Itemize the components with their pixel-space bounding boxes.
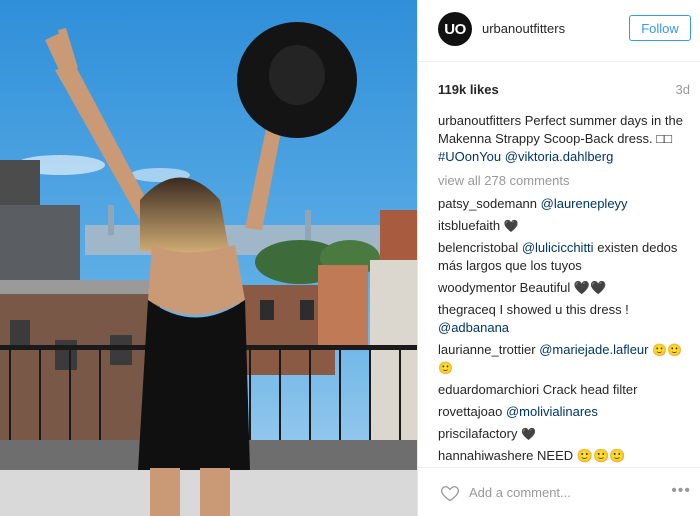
add-comment-input[interactable]: Add a comment... [469, 485, 571, 500]
post-username[interactable]: urbanoutfitters [482, 21, 565, 36]
comment: hannahiwashere NEED 🙂🙂🙂 [438, 447, 696, 463]
comment: belencristobal @lulicicchitti existen de… [438, 239, 696, 275]
follow-button[interactable]: Follow [629, 15, 691, 41]
comment-mention[interactable]: @molivialinares [506, 404, 598, 419]
view-all-comments-link[interactable]: view all 278 comments [438, 172, 696, 190]
likes-count[interactable]: 119k likes [438, 82, 499, 97]
caption-username[interactable]: urbanoutfitters [438, 113, 521, 128]
comment: woodymentor Beautiful 🖤🖤 [438, 279, 696, 297]
comment-text: I showed u this dress ! [499, 302, 629, 317]
more-options-icon[interactable]: ••• [671, 482, 691, 500]
photo-image [0, 0, 417, 516]
avatar[interactable]: UO [438, 12, 472, 46]
comment-username[interactable]: priscilafactory [438, 426, 517, 441]
comment-username[interactable]: itsbluefaith [438, 218, 500, 233]
comment-text: NEED 🙂🙂🙂 [537, 448, 626, 463]
comment-text: 🖤 [503, 219, 519, 233]
caption-mention[interactable]: @viktoria.dahlberg [505, 149, 614, 164]
comment: patsy_sodemann @laurenepleyy [438, 195, 696, 213]
comment-username[interactable]: patsy_sodemann [438, 196, 537, 211]
comment-text: 🖤 [521, 427, 537, 441]
post-photo[interactable] [0, 0, 417, 516]
comment: thegraceq I showed u this dress ! @adban… [438, 301, 696, 337]
comment-username[interactable]: laurianne_trottier [438, 342, 536, 357]
comment-mention[interactable]: @lulicicchitti [522, 240, 594, 255]
comment-mention[interactable]: @mariejade.lafleur [539, 342, 648, 357]
comment: laurianne_trottier @mariejade.lafleur 🙂🙂… [438, 341, 696, 377]
heart-icon[interactable] [440, 483, 460, 503]
instagram-post: UO urbanoutfitters Follow 119k likes 3d … [0, 0, 700, 516]
post-details-panel: UO urbanoutfitters Follow 119k likes 3d … [417, 0, 700, 516]
comment-username[interactable]: thegraceq [438, 302, 496, 317]
comment: itsbluefaith 🖤 [438, 217, 696, 235]
comment: priscilafactory 🖤 [438, 425, 696, 443]
comment: rovettajoao @molivialinares [438, 403, 696, 421]
post-header: UO urbanoutfitters Follow [418, 0, 700, 62]
comment-text: Beautiful 🖤🖤 [519, 280, 607, 295]
comment-mention[interactable]: @adbanana [438, 320, 509, 335]
comment-username[interactable]: belencristobal [438, 240, 518, 255]
comment-username[interactable]: rovettajoao [438, 404, 502, 419]
post-age: 3d [675, 82, 690, 97]
comment-username[interactable]: eduardomarchiori [438, 382, 539, 397]
comment-mention[interactable]: @laurenepleyy [541, 196, 628, 211]
comment-username[interactable]: woodymentor [438, 280, 516, 295]
comment: eduardomarchiori Crack head filter [438, 381, 696, 399]
post-footer: Add a comment... ••• [418, 467, 700, 516]
caption: urbanoutfitters Perfect summer days in t… [438, 112, 696, 166]
caption-boxes: □□ [656, 131, 672, 146]
comment-text: Crack head filter [542, 382, 638, 397]
comments-list: urbanoutfitters Perfect summer days in t… [438, 112, 696, 463]
caption-hashtag[interactable]: #UOonYou [438, 149, 501, 164]
comment-username[interactable]: hannahiwashere [438, 448, 533, 463]
